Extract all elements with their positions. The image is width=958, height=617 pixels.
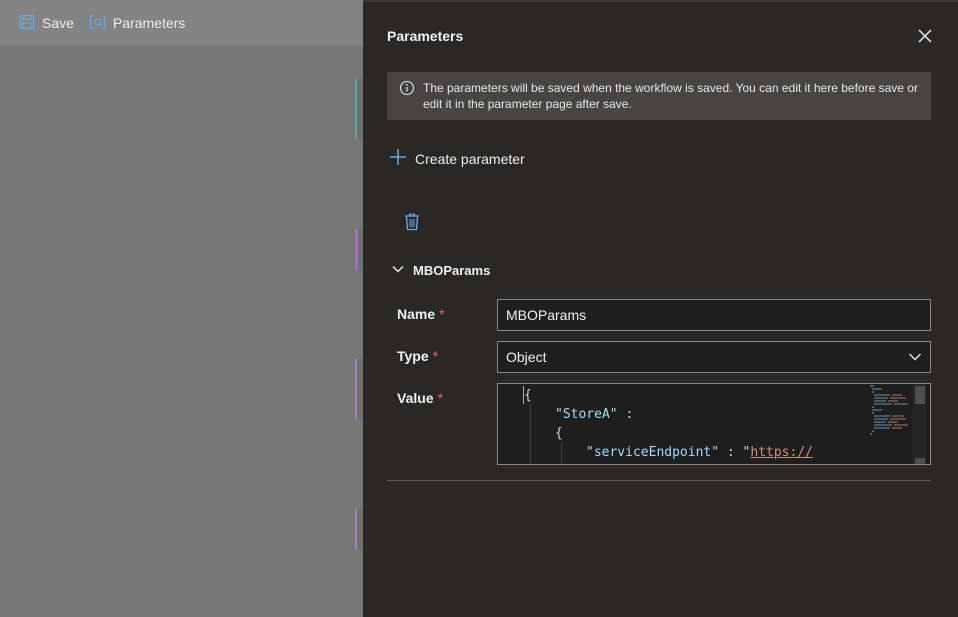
close-icon [915, 29, 935, 50]
code-line: { [524, 386, 532, 405]
code-line: "serviceEndpoint" : "https:// [586, 443, 813, 462]
scrollbar-thumb[interactable] [915, 386, 925, 404]
name-label: Name * [397, 306, 445, 322]
scrollbar-thumb-bottom[interactable] [915, 458, 925, 464]
required-indicator: * [432, 348, 439, 364]
app-root: Save Parameters Parameters The parameter… [0, 0, 958, 617]
panel-top-border [363, 0, 958, 2]
code-token: { [524, 388, 532, 403]
type-label: Type * [397, 348, 438, 364]
code-token: { [555, 426, 563, 441]
create-parameter-label: Create parameter [415, 150, 525, 167]
code-token-string: https:// [750, 445, 813, 460]
info-message-text: The parameters will be saved when the wo… [423, 81, 918, 111]
designer-canvas: Save Parameters [0, 0, 365, 617]
parameter-section-title: MBOParams [413, 263, 491, 278]
code-line: "StoreA" : [555, 405, 633, 424]
info-message-bar: The parameters will be saved when the wo… [387, 72, 931, 120]
name-input[interactable]: MBOParams [497, 299, 931, 331]
create-parameter-button[interactable]: Create parameter [389, 148, 525, 169]
parameters-icon [89, 14, 113, 32]
name-label-text: Name [397, 306, 436, 322]
chevron-down-icon [391, 262, 413, 279]
code-token: : [617, 407, 634, 422]
type-dropdown-value: Object [506, 349, 547, 365]
parameters-button[interactable]: Parameters [89, 14, 186, 32]
code-token: : " [719, 445, 751, 460]
parameters-panel: Parameters The parameters will be saved … [363, 0, 958, 617]
parameters-button-label: Parameters [112, 15, 186, 31]
value-label: Value * [397, 390, 443, 406]
trash-icon [403, 213, 421, 236]
type-label-text: Type [397, 348, 429, 364]
section-divider [387, 480, 931, 481]
code-line: { [555, 424, 563, 443]
close-button[interactable] [915, 26, 935, 46]
value-code-editor[interactable]: { "StoreA" : { "serviceEndpoint" : "http… [497, 383, 931, 465]
plus-icon [389, 148, 415, 169]
code-scrollbar[interactable] [912, 384, 926, 464]
required-indicator: * [439, 306, 445, 322]
indent-guide [561, 442, 562, 464]
indent-guide [530, 404, 531, 464]
value-label-text: Value [397, 390, 434, 406]
designer-toolbar: Save Parameters [0, 0, 363, 46]
panel-title: Parameters [387, 28, 464, 44]
save-button[interactable]: Save [19, 14, 74, 33]
delete-parameter-button[interactable] [403, 212, 423, 232]
save-icon [19, 14, 42, 33]
parameter-section-header[interactable]: MBOParams [391, 262, 490, 279]
required-indicator: * [437, 390, 444, 406]
code-token-key: "StoreA" [555, 407, 618, 422]
type-dropdown[interactable]: Object [497, 341, 931, 373]
code-token-key: "serviceEndpoint" [586, 445, 720, 460]
info-icon [399, 80, 415, 112]
code-minimap[interactable] [868, 384, 912, 444]
save-button-label: Save [42, 15, 74, 31]
